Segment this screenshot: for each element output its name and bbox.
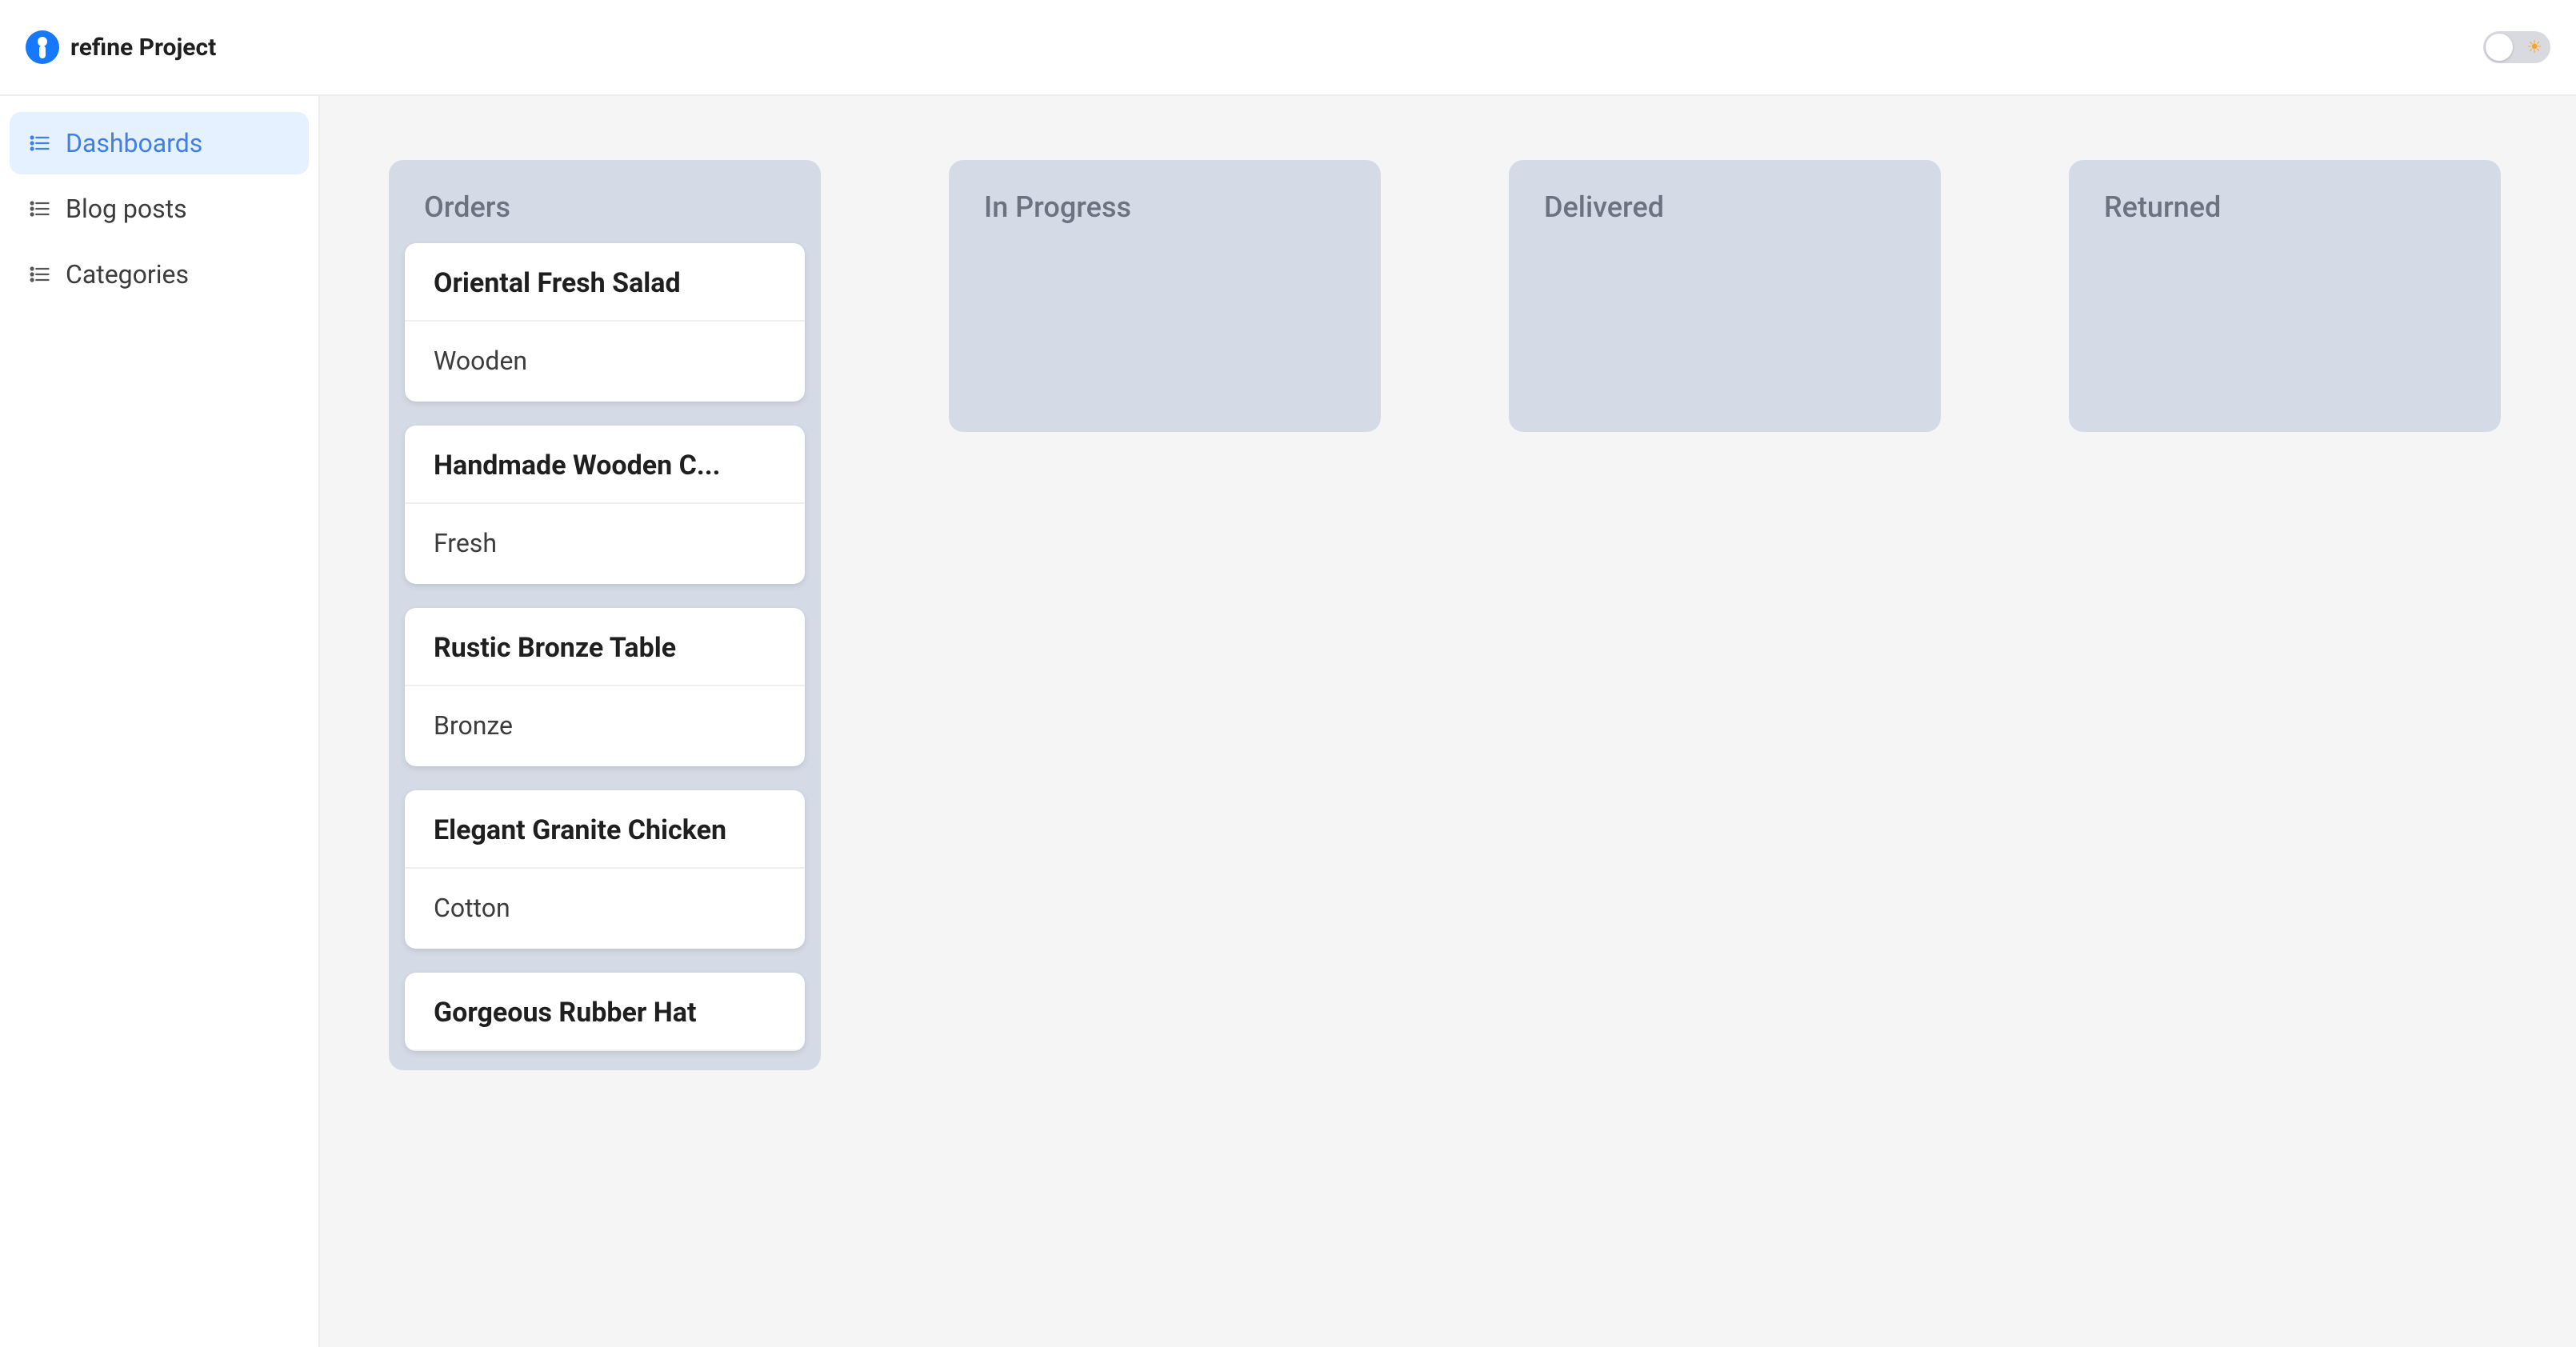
app-shell: Dashboards Blog posts <box>0 96 2576 1347</box>
toggle-knob <box>2486 34 2513 61</box>
column-orders[interactable]: Orders Oriental Fresh Salad Wooden Handm… <box>389 160 821 1070</box>
brand: refine Project <box>26 30 216 64</box>
order-card[interactable]: Handmade Wooden C... Fresh <box>405 426 805 584</box>
order-card[interactable]: Elegant Granite Chicken Cotton <box>405 790 805 949</box>
sidebar-item-label: Blog posts <box>66 194 187 224</box>
card-title: Oriental Fresh Salad <box>405 243 805 322</box>
card-sub: Bronze <box>405 686 805 766</box>
order-card[interactable]: Gorgeous Rubber Hat <box>405 973 805 1051</box>
sidebar-item-label: Dashboards <box>66 128 202 158</box>
kanban-board: Orders Oriental Fresh Salad Wooden Handm… <box>389 160 2507 1283</box>
card-sub: Cotton <box>405 869 805 949</box>
card-sub: Fresh <box>405 504 805 584</box>
sidebar: Dashboards Blog posts <box>0 96 320 1347</box>
sun-icon: ☀ <box>2526 38 2542 58</box>
column-title: In Progress <box>965 182 1365 243</box>
sidebar-item-label: Categories <box>66 259 189 290</box>
theme-toggle[interactable]: ☀ <box>2483 31 2550 63</box>
order-card[interactable]: Oriental Fresh Salad Wooden <box>405 243 805 402</box>
sidebar-item-blog-posts[interactable]: Blog posts <box>10 178 309 240</box>
app-header: refine Project ☀ <box>0 0 2576 96</box>
list-icon <box>29 198 51 220</box>
card-sub: Wooden <box>405 322 805 402</box>
card-title: Handmade Wooden C... <box>405 426 805 504</box>
app-title: refine Project <box>70 34 216 62</box>
column-title: Orders <box>405 182 805 243</box>
sidebar-item-categories[interactable]: Categories <box>10 243 309 306</box>
card-title: Gorgeous Rubber Hat <box>405 973 805 1051</box>
board-area: Orders Oriental Fresh Salad Wooden Handm… <box>320 96 2576 1347</box>
sidebar-item-dashboards[interactable]: Dashboards <box>10 112 309 174</box>
list-icon <box>29 132 51 154</box>
column-returned[interactable]: Returned <box>2069 160 2501 432</box>
column-delivered[interactable]: Delivered <box>1509 160 1941 432</box>
list-icon <box>29 263 51 286</box>
column-in-progress[interactable]: In Progress <box>949 160 1381 432</box>
card-title: Elegant Granite Chicken <box>405 790 805 869</box>
card-title: Rustic Bronze Table <box>405 608 805 686</box>
order-card[interactable]: Rustic Bronze Table Bronze <box>405 608 805 766</box>
column-title: Returned <box>2085 182 2485 243</box>
column-title: Delivered <box>1525 182 1925 243</box>
refine-logo-icon <box>26 30 59 64</box>
